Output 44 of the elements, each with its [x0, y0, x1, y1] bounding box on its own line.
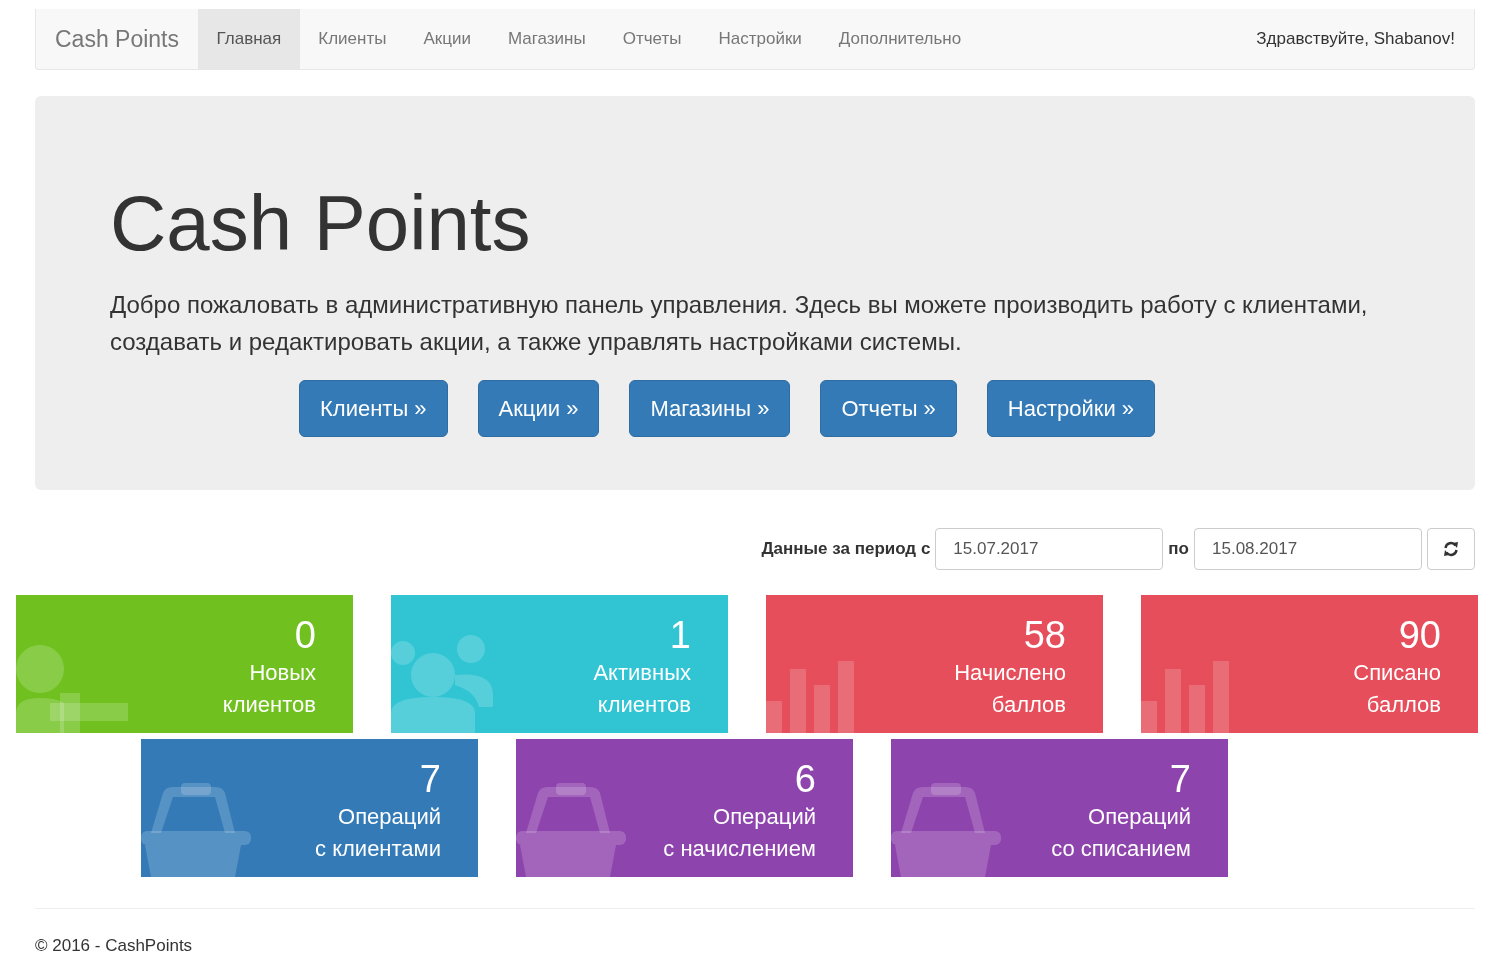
user-plus-icon: [16, 643, 128, 733]
footer-text: © 2016 - CashPoints: [35, 936, 193, 955]
period-to-label: по: [1168, 539, 1189, 559]
nav-link[interactable]: Настройки: [700, 9, 821, 69]
stat-value: 6: [794, 757, 816, 802]
nav-link[interactable]: Магазины: [489, 9, 605, 69]
refresh-button[interactable]: [1427, 528, 1475, 570]
nav-link[interactable]: Акции: [404, 9, 490, 69]
stat-label: Операций с клиентами: [315, 803, 441, 863]
stat-value: 90: [1398, 613, 1441, 658]
stat-label: Начислено баллов: [954, 659, 1066, 719]
bar-chart-icon: [766, 661, 856, 733]
stat-value: 0: [294, 613, 316, 658]
stat-value: 1: [669, 613, 691, 658]
refresh-icon: [1443, 541, 1459, 557]
section-button[interactable]: Настройки »: [986, 380, 1156, 437]
stat-label: Операций с начислением: [663, 803, 816, 863]
stat-label: Списано баллов: [1353, 659, 1441, 719]
section-button[interactable]: Акции »: [477, 380, 600, 437]
section-button[interactable]: Магазины »: [629, 380, 791, 437]
stat-label: Активных клиентов: [593, 659, 691, 719]
greeting-text: Здравствуйте, Shabanov!: [1255, 28, 1456, 50]
brand-link[interactable]: Cash Points: [36, 9, 198, 69]
stat-label: Операций со списанием: [1051, 803, 1191, 863]
users-icon: [391, 635, 493, 733]
bar-chart-icon: [1141, 661, 1231, 733]
basket-icon: [516, 783, 626, 877]
nav-link[interactable]: Отчеты: [604, 9, 700, 69]
nav-link[interactable]: Дополнительно: [820, 9, 980, 69]
basket-icon: [891, 783, 1001, 877]
nav-link[interactable]: Главная: [198, 9, 300, 69]
basket-icon: [141, 783, 251, 877]
date-to-field[interactable]: 15.08.2017: [1194, 528, 1422, 570]
stat-value: 58: [1023, 613, 1066, 658]
stat-value: 7: [419, 757, 441, 802]
stat-label: Новых клиентов: [222, 659, 316, 719]
nav-link[interactable]: Клиенты: [299, 9, 405, 69]
section-button[interactable]: Клиенты »: [299, 380, 448, 437]
stat-value: 7: [1169, 757, 1191, 802]
date-from-field[interactable]: 15.07.2017: [935, 528, 1164, 570]
jumbotron-title: Cash Points: [110, 184, 532, 262]
welcome-text: Добро пожаловать в административную панель управления. Здесь вы можете производить работу с клиентами, создавать и редактировать акции, а также управлять настройками системы.: [110, 290, 1369, 357]
period-label: Данные за период с: [761, 539, 931, 559]
section-button[interactable]: Отчеты »: [820, 380, 957, 437]
